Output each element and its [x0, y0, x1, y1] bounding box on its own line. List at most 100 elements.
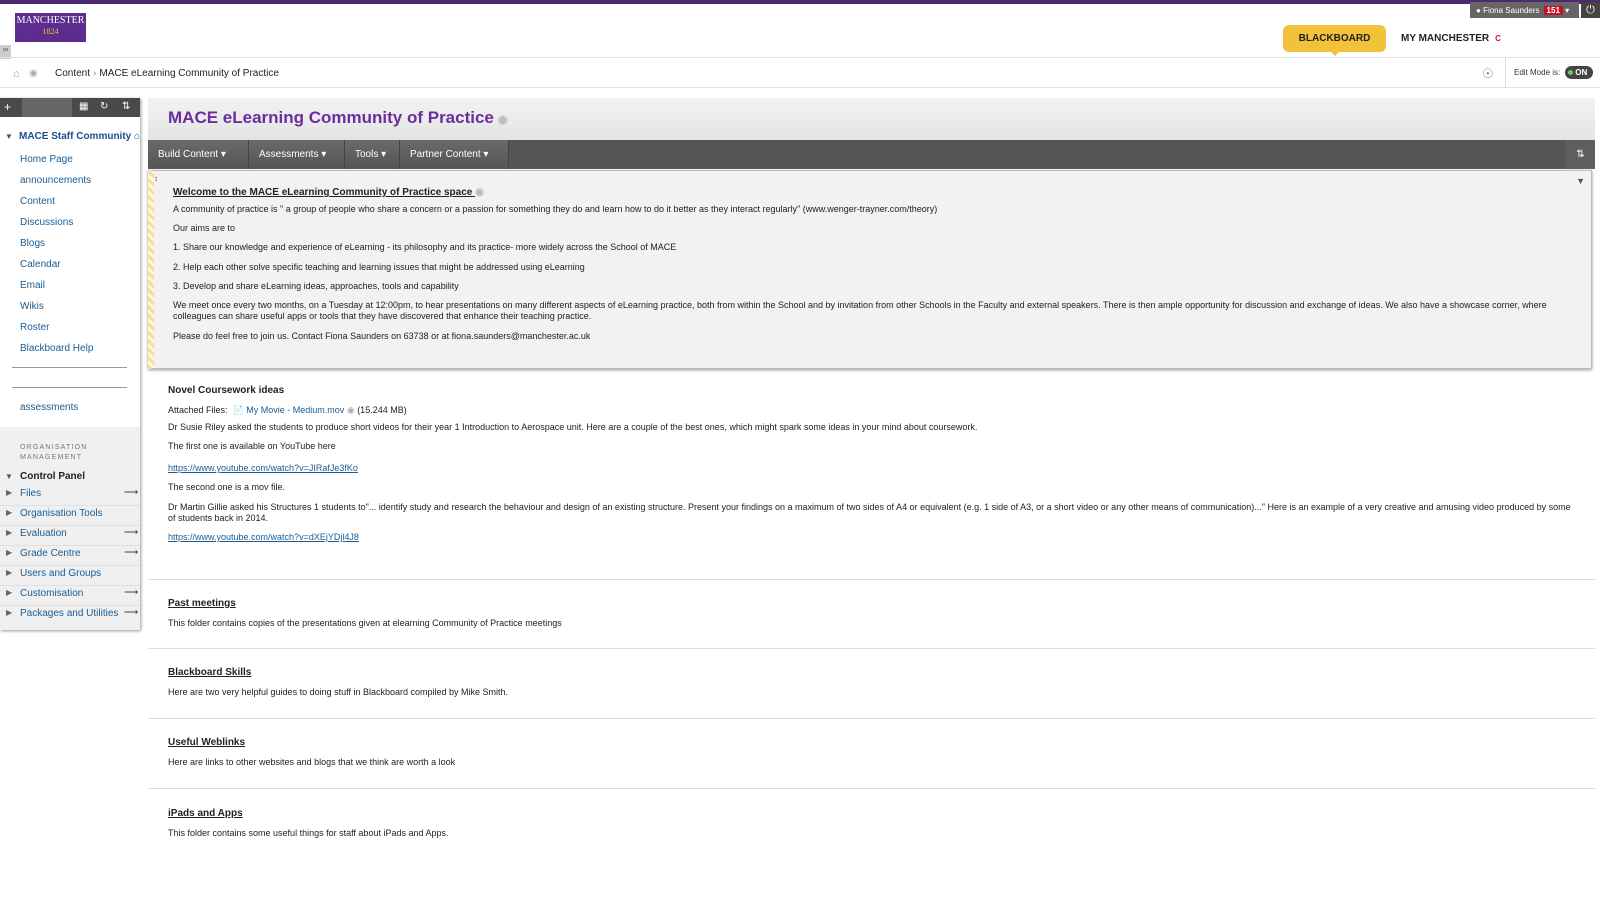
edit-mode-label: Edit Mode is:	[1514, 68, 1561, 77]
breadcrumb-current: MACE eLearning Community of Practice	[99, 68, 279, 79]
course-menu-toolbar: + ▦ ↻ ⇅	[0, 98, 140, 117]
partner-content-button[interactable]: Partner Content ▾	[400, 140, 509, 169]
folder-description: Here are two very helpful guides to doin…	[168, 687, 509, 697]
home-icon: ⌂	[134, 131, 141, 142]
expand-triangle-icon[interactable]: ▶	[6, 548, 12, 557]
logo-text: MANCHESTER	[16, 15, 85, 26]
arrow-right-icon[interactable]: ⟶	[124, 527, 138, 538]
sidebar-item-discussions[interactable]: Discussions	[20, 217, 73, 228]
cp-item-label[interactable]: Grade Centre	[20, 548, 81, 559]
build-content-label: Build Content	[158, 149, 219, 160]
collapse-triangle-icon[interactable]: ▼	[5, 472, 13, 481]
sidebar-item-wikis[interactable]: Wikis	[20, 301, 44, 312]
folder-description: This folder contains copies of the prese…	[168, 618, 562, 628]
welcome-title[interactable]: Welcome to the MACE eLearning Community …	[173, 187, 484, 198]
menu-circle-icon[interactable]: ◉	[29, 68, 38, 79]
sidebar-item-blogs[interactable]: Blogs	[20, 238, 45, 249]
cp-item-label[interactable]: Customisation	[20, 588, 83, 599]
item-title-novel-coursework: Novel Coursework ideas	[168, 385, 285, 396]
breadcrumb-content[interactable]: Content	[55, 68, 90, 79]
user-icon: ●	[1476, 5, 1484, 15]
drag-handle-icon[interactable]: ↕	[154, 174, 158, 183]
assessments-button[interactable]: Assessments ▾	[249, 140, 345, 169]
expand-triangle-icon[interactable]: ▶	[6, 588, 12, 597]
folder-ipads-and-apps[interactable]: iPads and Apps	[168, 808, 243, 819]
youtube-link-1[interactable]: https://www.youtube.com/watch?v=JIRafJe3…	[168, 463, 358, 473]
tab-my-manchester[interactable]: MY MANCHESTER C	[1401, 25, 1501, 52]
cp-item-label[interactable]: Evaluation	[20, 528, 67, 539]
reorder-icon[interactable]: ⇅	[122, 101, 130, 112]
attached-files: Attached Files: 📄 My Movie - Medium.mov …	[168, 405, 407, 416]
student-preview-eye-icon[interactable]: ☉	[1482, 66, 1494, 82]
options-chevron-icon[interactable]: ◉	[347, 405, 355, 415]
sidebar-item-roster[interactable]: Roster	[20, 322, 49, 333]
expand-triangle-icon[interactable]: ▶	[6, 508, 12, 517]
expand-triangle-icon[interactable]: ▶	[6, 568, 12, 577]
sidebar-item-announcements[interactable]: announcements	[20, 175, 91, 186]
arrow-right-icon[interactable]: ⟶	[124, 547, 138, 558]
expand-triangle-icon[interactable]: ▶	[6, 488, 12, 497]
sidebar-item-blackboard-help[interactable]: Blackboard Help	[20, 343, 93, 354]
cp-item-evaluation[interactable]: ▶ Evaluation ⟶	[0, 525, 140, 546]
content-header: MACE eLearning Community of Practice ◉	[148, 98, 1595, 140]
youtube-link-2[interactable]: https://www.youtube.com/watch?v=dXEjYDjl…	[168, 532, 359, 542]
logo-subtitle: The University of Manchester	[15, 36, 81, 42]
cp-item-users-and-groups[interactable]: ▶ Users and Groups	[0, 565, 140, 586]
cp-item-label[interactable]: Users and Groups	[20, 568, 101, 579]
chevron-down-icon: ▾	[1562, 5, 1570, 15]
cp-item-organisation-tools[interactable]: ▶ Organisation Tools	[0, 505, 140, 526]
home-icon[interactable]: ⌂	[13, 68, 20, 80]
options-chevron-icon[interactable]: ◉	[498, 114, 508, 126]
build-content-button[interactable]: Build Content ▾	[148, 140, 249, 169]
sidebar-item-calendar[interactable]: Calendar	[20, 259, 61, 270]
reorder-icon[interactable]: ⇅	[1566, 140, 1595, 169]
cp-item-packages-and-utilities[interactable]: ▶ Packages and Utilities ⟶	[0, 605, 140, 625]
edit-mode-toggle[interactable]: Edit Mode is: ON	[1505, 58, 1594, 87]
notification-badge[interactable]: 151	[1543, 5, 1563, 15]
folder-past-meetings[interactable]: Past meetings	[168, 598, 236, 609]
cp-item-label[interactable]: Files	[20, 488, 41, 499]
attached-file-link[interactable]: My Movie - Medium.mov	[246, 405, 344, 415]
page-title-text: MACE eLearning Community of Practice	[168, 108, 494, 127]
item-paragraph: The first one is available on YouTube he…	[168, 441, 336, 451]
item-paragraph: Dr Susie Riley asked the students to pro…	[168, 422, 978, 432]
control-panel-title[interactable]: Control Panel	[20, 471, 85, 482]
expand-triangle-icon[interactable]: ▶	[6, 528, 12, 537]
attached-files-label: Attached Files:	[168, 405, 228, 415]
sidebar-item-assessments[interactable]: assessments	[20, 402, 78, 413]
cp-item-grade-centre[interactable]: ▶ Grade Centre ⟶	[0, 545, 140, 566]
menu-search-box[interactable]	[22, 98, 72, 117]
tab-blackboard[interactable]: BLACKBOARD	[1283, 25, 1386, 56]
add-menu-item-icon[interactable]: +	[4, 100, 11, 114]
tools-button[interactable]: Tools ▾	[345, 140, 400, 169]
refresh-icon[interactable]: ↻	[100, 101, 108, 112]
folder-useful-weblinks[interactable]: Useful Weblinks	[168, 737, 245, 748]
edit-mode-switch[interactable]: ON	[1565, 66, 1594, 79]
arrow-right-icon[interactable]: ⟶	[124, 487, 138, 498]
tab-my-manchester-suffix: C	[1495, 34, 1501, 43]
welcome-paragraph: We meet once every two months, on a Tues…	[173, 300, 1547, 321]
sidebar-item-content[interactable]: Content	[20, 196, 55, 207]
user-menu[interactable]: ● Fiona Saunders 151 ▾	[1470, 2, 1579, 18]
welcome-paragraph: A community of practice is " a group of …	[173, 204, 938, 214]
cp-item-label[interactable]: Packages and Utilities	[20, 608, 118, 619]
cp-item-customisation[interactable]: ▶ Customisation ⟶	[0, 585, 140, 606]
expand-triangle-icon[interactable]: ▶	[6, 608, 12, 617]
logout-icon[interactable]: ⏻	[1581, 2, 1600, 18]
cp-item-files[interactable]: ▶ Files ⟶	[0, 485, 140, 506]
collapse-chevron-icon[interactable]: ▼	[1576, 176, 1585, 186]
arrow-right-icon[interactable]: ⟶	[124, 607, 138, 618]
sidebar-item-home-page[interactable]: Home Page	[20, 154, 73, 165]
highlight-stripe	[148, 171, 154, 368]
cp-item-label[interactable]: Organisation Tools	[20, 508, 103, 519]
course-title[interactable]: MACE Staff Community ⌂	[19, 131, 140, 142]
collapse-triangle-icon[interactable]: ▼	[5, 132, 13, 141]
breadcrumb-separator: ›	[93, 68, 97, 79]
user-name: Fiona Saunders	[1483, 5, 1540, 15]
folder-view-icon[interactable]: ▦	[79, 101, 88, 112]
arrow-right-icon[interactable]: ⟶	[124, 587, 138, 598]
sidebar-item-email[interactable]: Email	[20, 280, 45, 291]
folder-blackboard-skills[interactable]: Blackboard Skills	[168, 667, 251, 678]
organisation-management-label: ORGANISATION MANAGEMENT	[20, 443, 88, 463]
options-chevron-icon[interactable]: ◉	[475, 187, 484, 198]
